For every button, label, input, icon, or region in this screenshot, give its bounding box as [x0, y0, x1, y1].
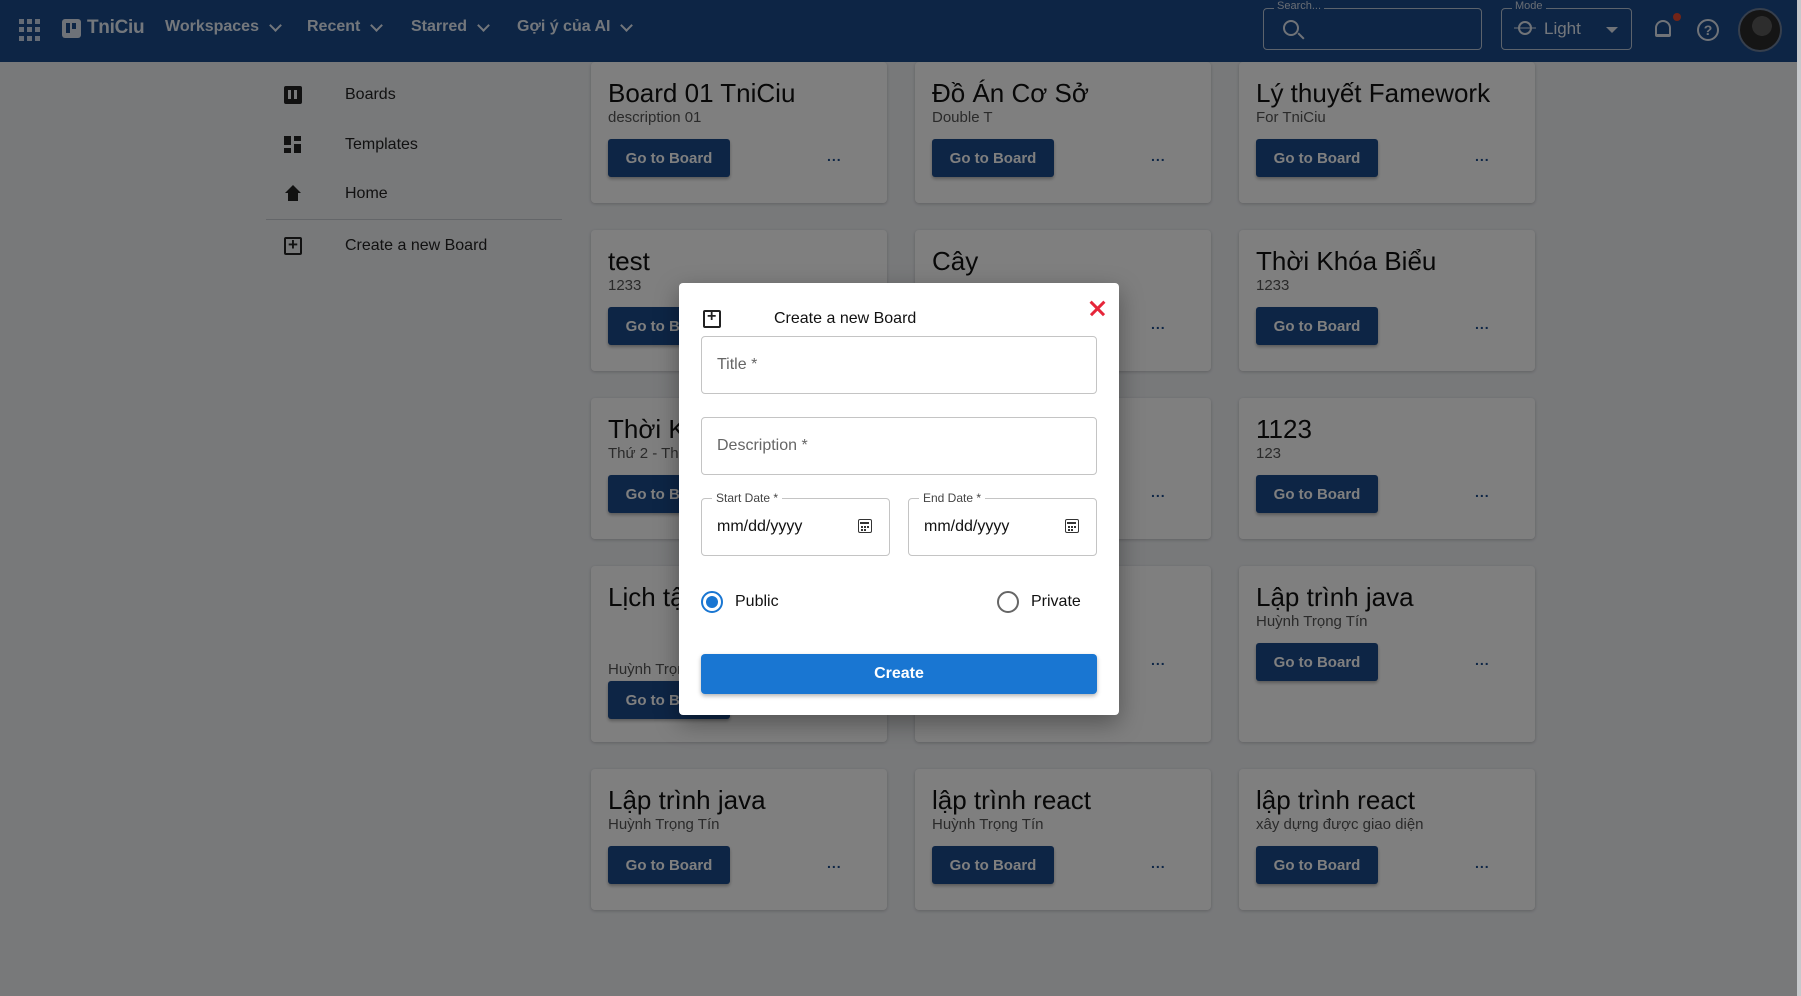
- title-field[interactable]: [701, 336, 1097, 394]
- create-board-dialog: Create a new Board Start Date * mm/dd/yy…: [679, 283, 1119, 715]
- scrollbar[interactable]: [1797, 0, 1801, 996]
- radio-checked-icon[interactable]: [701, 591, 723, 613]
- radio-private-label: Private: [1031, 593, 1081, 610]
- start-date-value[interactable]: mm/dd/yyyy: [717, 518, 802, 536]
- calendar-icon[interactable]: [858, 519, 872, 533]
- dialog-title: Create a new Board: [774, 310, 917, 327]
- end-date-value[interactable]: mm/dd/yyyy: [924, 518, 1009, 536]
- start-date-label: Start Date *: [712, 491, 783, 505]
- description-input[interactable]: [702, 418, 1096, 474]
- add-box-icon: [703, 308, 721, 328]
- description-field[interactable]: [701, 417, 1097, 475]
- radio-private[interactable]: Private: [997, 591, 1081, 613]
- create-button[interactable]: Create: [701, 654, 1097, 694]
- radio-public-label: Public: [735, 593, 779, 610]
- radio-unchecked-icon[interactable]: [997, 591, 1019, 613]
- end-date-label: End Date *: [919, 491, 986, 505]
- start-date-field[interactable]: Start Date * mm/dd/yyyy: [701, 491, 890, 556]
- radio-public[interactable]: Public: [701, 591, 779, 613]
- title-input[interactable]: [702, 337, 1096, 393]
- end-date-field[interactable]: End Date * mm/dd/yyyy: [908, 491, 1097, 556]
- calendar-icon[interactable]: [1065, 519, 1079, 533]
- close-icon[interactable]: [1086, 297, 1108, 319]
